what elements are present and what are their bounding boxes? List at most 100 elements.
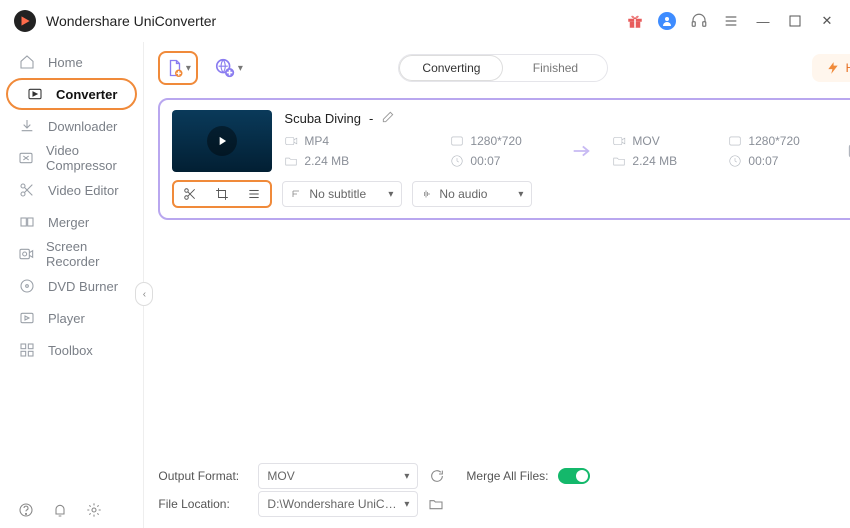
account-avatar[interactable] [658,12,676,30]
src-format: MP4 [304,134,329,148]
sidebar-item-downloader[interactable]: Downloader [0,110,143,142]
app-logo [14,10,36,32]
download-icon [18,117,36,135]
src-res: 1280*720 [470,134,521,148]
output-format-label: Output Format: [158,469,248,483]
chevron-down-icon: ▾ [404,499,409,510]
audio-value: No audio [439,187,487,201]
play-overlay-icon [207,126,237,156]
chevron-down-icon: ▾ [518,189,523,200]
chevron-down-icon: ▾ [186,63,191,74]
tgt-res: 1280*720 [748,134,799,148]
resolution-icon [728,134,742,148]
file-location-label: File Location: [158,497,248,511]
recorder-icon [18,245,34,263]
file-name-dash: - [369,111,373,126]
sidebar-item-label: Downloader [48,119,117,134]
sidebar-item-label: Home [48,55,83,70]
edit-tools-cluster [172,180,272,208]
tgt-dur: 00:07 [748,154,778,168]
clock-icon [728,154,742,168]
refresh-icon[interactable] [428,467,446,485]
subtitle-icon [291,188,303,200]
merger-icon [18,213,36,231]
file-location-value: D:\Wondershare UniConverter [267,497,398,511]
sidebar-item-player[interactable]: Player [0,302,143,334]
sidebar-item-label: Player [48,311,85,326]
converter-icon [26,85,44,103]
folder-icon [284,154,298,168]
sidebar-item-compressor[interactable]: Video Compressor [0,142,143,174]
tgt-size: 2.24 MB [632,154,677,168]
video-thumbnail[interactable] [172,110,272,172]
subtitle-value: No subtitle [309,187,366,201]
tab-converting[interactable]: Converting [399,55,503,81]
folder-icon [612,154,626,168]
sidebar-item-home[interactable]: Home [0,46,143,78]
src-size: 2.24 MB [304,154,349,168]
sidebar-item-label: Video Editor [48,183,119,198]
sidebar-item-recorder[interactable]: Screen Recorder [0,238,143,270]
toolbox-icon [18,341,36,359]
scissors-icon [18,181,36,199]
trim-icon[interactable] [180,184,200,204]
app-title: Wondershare UniConverter [46,13,216,29]
sidebar-item-label: Screen Recorder [46,239,125,269]
sidebar-item-label: DVD Burner [48,279,118,294]
sidebar-item-label: Toolbox [48,343,93,358]
compress-icon [18,149,34,167]
merge-label: Merge All Files: [466,469,548,483]
subtitle-select[interactable]: No subtitle ▾ [282,181,402,207]
help-icon[interactable] [18,502,34,518]
audio-icon [421,188,433,200]
open-folder-icon[interactable] [428,496,444,512]
effects-icon[interactable] [244,184,264,204]
home-icon [18,53,36,71]
tab-switch: Converting Finished [398,54,608,82]
gear-icon[interactable] [86,502,102,518]
play-icon [18,309,36,327]
sidebar-item-editor[interactable]: Video Editor [0,174,143,206]
tab-finished[interactable]: Finished [503,55,607,81]
bolt-icon [826,61,840,75]
audio-select[interactable]: No audio ▾ [412,181,532,207]
sidebar-item-converter[interactable]: Converter [6,78,137,110]
sidebar-item-toolbox[interactable]: Toolbox [0,334,143,366]
sidebar-item-merger[interactable]: Merger [0,206,143,238]
minimize-button[interactable]: — [754,12,772,30]
chevron-down-icon: ▾ [404,471,409,482]
crop-icon[interactable] [212,184,232,204]
hamburger-icon[interactable] [722,12,740,30]
high-speed-label: High Speed Conversion [846,61,850,75]
video-icon [612,134,626,148]
src-dur: 00:07 [470,154,500,168]
close-button[interactable]: ✕ [818,12,836,30]
file-name: Scuba Diving [284,111,361,126]
merge-toggle[interactable] [558,468,590,484]
chevron-down-icon: ▾ [388,189,393,200]
sidebar-item-label: Merger [48,215,89,230]
edit-name-icon[interactable] [381,110,397,126]
output-format-select[interactable]: MOV ▾ [258,463,418,489]
disc-icon [18,277,36,295]
maximize-button[interactable] [786,12,804,30]
add-url-button[interactable]: ▾ [208,51,248,85]
sidebar-collapse-handle[interactable]: ‹ [135,282,153,306]
tgt-format: MOV [632,134,659,148]
clock-icon [450,154,464,168]
output-settings-icon[interactable] [844,138,850,164]
resolution-icon [450,134,464,148]
chevron-down-icon: ▾ [238,63,243,74]
file-location-select[interactable]: D:\Wondershare UniConverter ▾ [258,491,418,517]
add-file-button[interactable]: ▾ [158,51,198,85]
file-card: ✕ Scuba Diving - MP4 2.24 MB [158,98,850,220]
sidebar-item-dvd[interactable]: DVD Burner [0,270,143,302]
video-icon [284,134,298,148]
bell-icon[interactable] [52,502,68,518]
high-speed-button[interactable]: High Speed Conversion [812,54,850,82]
gift-icon[interactable] [626,12,644,30]
sidebar-item-label: Converter [56,87,117,102]
headset-icon[interactable] [690,12,708,30]
sidebar-item-label: Video Compressor [46,143,125,173]
output-format-value: MOV [267,469,294,483]
